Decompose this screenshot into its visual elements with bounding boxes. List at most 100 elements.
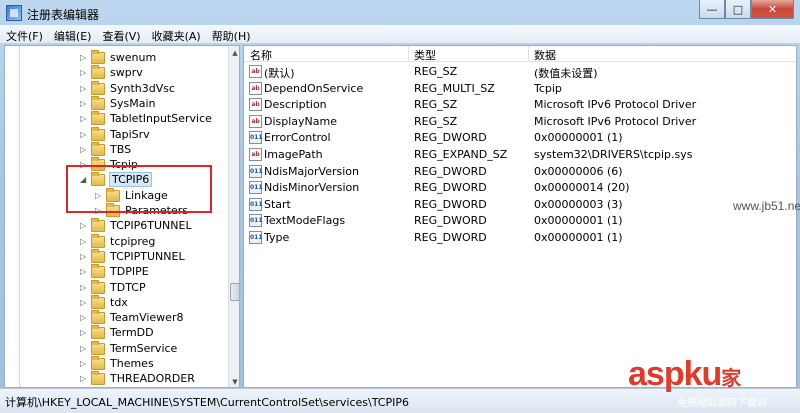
menu-favorites[interactable]: 收藏夹(A)	[146, 25, 206, 43]
jb51-watermark: www.jb51.net	[733, 199, 800, 213]
tree-item[interactable]: ▷ TDPIPE	[5, 264, 215, 280]
value-data: system32\DRIVERS\tcpip.sys	[534, 148, 693, 161]
registry-tree[interactable]: ▷ swenum ▷ swprv ▷ Synth3dVsc ▷ SysMain ▷ TabletI…	[4, 45, 240, 388]
value-row[interactable]: 011 NdisMinorVersion REG_DWORD 0x00000014 (…	[244, 180, 796, 196]
value-data: (数值未设置)	[534, 67, 598, 80]
string-value-icon: ab	[249, 114, 262, 128]
tree-item[interactable]: ▷ THREADORDER	[5, 371, 215, 387]
tree-item[interactable]: ▷ TabletInputService	[5, 111, 215, 127]
value-row[interactable]: ab ImagePath REG_EXPAND_SZ system32\DRIVERS…	[244, 147, 796, 163]
column-name[interactable]: 名称	[250, 47, 272, 63]
dword-value-icon: 011	[249, 181, 263, 195]
collapsed-arrow-icon[interactable]: ▷	[80, 50, 86, 66]
collapsed-arrow-icon[interactable]: ▷	[80, 218, 86, 234]
value-row[interactable]: 011 NdisMajorVersion REG_DWORD 0x00000006 (…	[244, 164, 796, 180]
value-name: ErrorControl	[264, 131, 331, 145]
value-row[interactable]: 011 TextModeFlags REG_DWORD 0x00000001 (1)	[244, 213, 796, 229]
string-value-icon: ab	[249, 98, 262, 112]
tree-item[interactable]: ▷ TeamViewer8	[5, 310, 215, 326]
tree-item-label: TCPIPTUNNEL	[110, 249, 185, 263]
collapsed-arrow-icon[interactable]: ▷	[80, 111, 86, 127]
tree-item[interactable]: ▷ tcpipreg	[5, 233, 215, 250]
dword-value-icon: 011	[249, 131, 263, 145]
tree-item[interactable]: ▷ TermService	[5, 340, 215, 357]
collapsed-arrow-icon[interactable]: ▷	[80, 310, 86, 326]
value-name: TextModeFlags	[264, 214, 346, 228]
aspku-subtitle: 免费网站源码下载站	[676, 398, 766, 409]
menu-edit[interactable]: 编辑(E)	[48, 25, 97, 43]
value-data: Microsoft IPv6 Protocol Driver	[534, 114, 697, 128]
tree-item[interactable]: ▷ TBS	[5, 141, 215, 158]
folder-icon	[91, 218, 105, 233]
column-data[interactable]: 数据	[534, 47, 556, 63]
scroll-down-icon[interactable]: ▼	[229, 375, 239, 387]
minimize-button[interactable]: —	[699, 0, 725, 19]
folder-icon	[91, 50, 105, 64]
value-type: REG_DWORD	[414, 214, 487, 228]
collapsed-arrow-icon[interactable]: ▷	[80, 234, 86, 250]
folder-icon	[91, 111, 105, 126]
folder-icon	[91, 126, 105, 141]
registry-editor-window: 注册表编辑器 — □ ✕ 文件(F) 编辑(E) 查看(V) 收藏夹(A) 帮助…	[0, 0, 800, 413]
scroll-thumb[interactable]	[230, 283, 239, 301]
tree-item-label: tdx	[110, 295, 128, 309]
tree-item-label: TeamViewer8	[110, 311, 184, 325]
collapsed-arrow-icon[interactable]: ▷	[80, 142, 86, 158]
tree-item[interactable]: ▷ swprv	[5, 65, 215, 81]
tree-item[interactable]: ▷ TCPIPTUNNEL	[5, 248, 215, 265]
collapsed-arrow-icon[interactable]: ▷	[80, 96, 86, 112]
jia-text: 家	[721, 368, 741, 390]
value-row[interactable]: ab DisplayName REG_SZ Microsoft IPv6 Protoc…	[244, 114, 796, 130]
menu-help[interactable]: 帮助(H)	[206, 25, 256, 43]
collapsed-arrow-icon[interactable]: ▷	[80, 81, 86, 97]
tree-item[interactable]: ▷ TDTCP	[5, 279, 215, 296]
tree-item[interactable]: ▷ Synth3dVsc	[5, 80, 215, 97]
collapsed-arrow-icon[interactable]: ▷	[80, 264, 86, 280]
value-row[interactable]: 011 Start REG_DWORD 0x00000003 (3)	[244, 197, 796, 213]
value-row[interactable]: 011 Type REG_DWORD 0x00000001 (1)	[244, 230, 796, 246]
collapsed-arrow-icon[interactable]: ▷	[80, 280, 86, 296]
tree-item-label: TDTCP	[110, 280, 146, 294]
menu-view[interactable]: 查看(V)	[96, 25, 145, 43]
value-row[interactable]: ab Description REG_SZ Microsoft IPv6 Protoc…	[244, 97, 796, 113]
value-type: REG_SZ	[414, 65, 458, 78]
maximize-button[interactable]: □	[725, 0, 751, 19]
column-divider[interactable]	[528, 46, 529, 62]
collapsed-arrow-icon[interactable]: ▷	[80, 65, 86, 81]
collapsed-arrow-icon[interactable]: ▷	[80, 341, 86, 357]
collapsed-arrow-icon[interactable]: ▷	[80, 127, 86, 143]
tree-item[interactable]: ▷ swenum	[5, 50, 215, 66]
value-row[interactable]: ab (默认) REG_SZ (数值未设置)	[244, 64, 796, 80]
dword-value-icon: 011	[249, 231, 263, 244]
collapsed-arrow-icon[interactable]: ▷	[80, 371, 86, 387]
tree-item[interactable]: ▷ tdx	[5, 294, 215, 311]
value-row[interactable]: ab DependOnService REG_MULTI_SZ Tcpip	[244, 81, 796, 97]
close-button[interactable]: ✕	[751, 0, 794, 19]
folder-icon	[91, 233, 105, 248]
column-divider[interactable]	[408, 46, 409, 62]
value-name: NdisMajorVersion	[264, 164, 359, 178]
tree-item[interactable]: ▷ SysMain	[5, 95, 215, 112]
tree-item[interactable]: ▷ Themes	[5, 356, 215, 372]
highlight-box	[66, 165, 212, 213]
folder-icon	[91, 340, 105, 355]
collapsed-arrow-icon[interactable]: ▷	[80, 325, 86, 341]
tree-item-label: swprv	[110, 66, 143, 80]
tree-item[interactable]: ▷ TCPIP6TUNNEL	[5, 218, 215, 234]
title-bar[interactable]: 注册表编辑器 — □ ✕	[0, 0, 800, 25]
dword-value-icon: 011	[249, 214, 263, 228]
collapsed-arrow-icon[interactable]: ▷	[80, 295, 86, 311]
value-data: 0x00000001 (1)	[534, 214, 623, 228]
value-row[interactable]: 011 ErrorControl REG_DWORD 0x00000001 (1)	[244, 130, 796, 146]
menu-file[interactable]: 文件(F)	[0, 25, 48, 43]
collapsed-arrow-icon[interactable]: ▷	[80, 356, 86, 372]
tree-scrollbar[interactable]: ▲ ▼	[228, 46, 239, 387]
tree-item[interactable]: ▷ TapiSrv	[5, 126, 215, 143]
column-type[interactable]: 类型	[414, 47, 436, 63]
values-list[interactable]: 名称 类型 数据 ab (默认) REG_SZ (数值未设置) ab DependOnSe…	[243, 45, 797, 388]
collapsed-arrow-icon[interactable]: ▷	[80, 249, 86, 265]
tree-item[interactable]: ▷ TermDD	[5, 325, 215, 341]
regedit-icon	[6, 5, 22, 21]
asp-text: asp	[628, 355, 685, 393]
scroll-up-icon[interactable]: ▲	[229, 46, 239, 60]
